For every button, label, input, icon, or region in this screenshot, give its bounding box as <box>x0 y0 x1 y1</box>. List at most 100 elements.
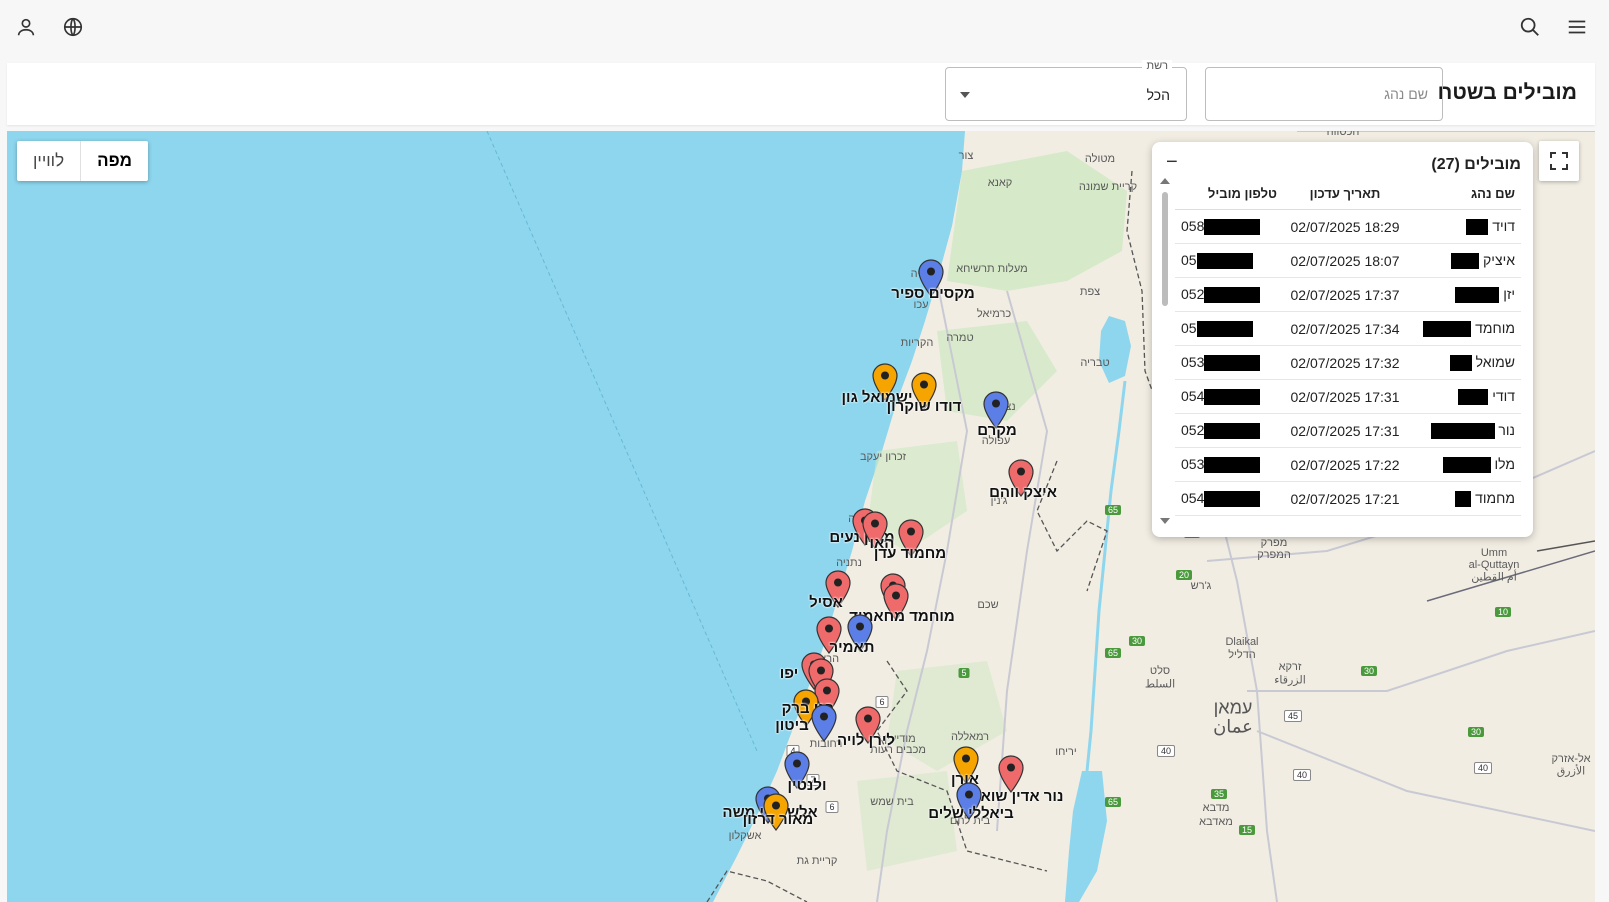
place-label: רמאללה <box>950 731 990 743</box>
place-label: מאדבא <box>1199 816 1233 828</box>
road-shield: 30 <box>1360 666 1378 676</box>
pin-label[interactable]: מקרם <box>977 422 1017 439</box>
map-type-map[interactable]: מפה <box>81 141 148 181</box>
redacted-block <box>1451 253 1480 270</box>
place-label: קריית גת <box>796 855 838 867</box>
place-label: המפרק <box>1257 549 1291 561</box>
table-row[interactable]: מוחמד 02/07/2025 17:34 05 <box>1175 312 1521 346</box>
menu-icon[interactable] <box>1564 14 1590 40</box>
drivers-table: שם נהג תאריך עדכון טלפון מוביל דויד 02/0… <box>1175 178 1521 516</box>
phone-cell: 053 <box>1175 456 1277 474</box>
redacted-block <box>1196 253 1253 270</box>
road-shield: 5 <box>958 668 970 678</box>
place-label: קאנא <box>987 177 1013 189</box>
driver-name-cell: מלו <box>1413 455 1521 474</box>
place-label: מפרק <box>1260 537 1288 549</box>
pin-label[interactable]: מקסים ספיר <box>891 285 975 302</box>
fullscreen-button[interactable] <box>1539 141 1579 181</box>
place-label: נתניה <box>836 557 862 569</box>
redacted-block <box>1204 355 1261 372</box>
place-label: אשקלון <box>728 830 762 842</box>
table-row[interactable]: מלו 02/07/2025 17:22 053 <box>1175 448 1521 482</box>
table-row[interactable]: איציק 02/07/2025 18:07 05 <box>1175 244 1521 278</box>
place-label: בית שמש <box>870 796 914 808</box>
driver-name-cell: מוחמד <box>1413 320 1521 338</box>
pin-label[interactable]: מאור דרזון <box>743 811 814 828</box>
place-label: כרמיאל <box>976 308 1012 320</box>
driver-name: דויד <box>1492 217 1515 234</box>
map-type-toggle[interactable]: לוויין מפה <box>17 141 149 181</box>
redacted-block <box>1204 423 1261 440</box>
network-label: רשת <box>1142 60 1172 72</box>
redacted-block <box>1449 355 1472 372</box>
pin-label[interactable]: ביאללי שלים <box>928 805 1013 822</box>
table-row[interactable]: נור 02/07/2025 17:31 052 <box>1175 414 1521 448</box>
table-row[interactable]: דויד 02/07/2025 18:29 058 <box>1175 210 1521 244</box>
driver-name-input[interactable] <box>1206 68 1442 120</box>
redacted-block <box>1204 389 1261 406</box>
network-select[interactable]: רשת הכל <box>945 60 1187 121</box>
map-type-satellite[interactable]: לוויין <box>17 141 80 181</box>
driver-name: מלו <box>1494 455 1515 472</box>
table-row[interactable]: יזן 02/07/2025 17:37 052 <box>1175 278 1521 312</box>
search-icon[interactable] <box>1517 14 1543 40</box>
driver-name-field[interactable] <box>1205 67 1443 121</box>
place-label: أم القطين <box>1471 571 1517 584</box>
panel-scrollbar[interactable] <box>1160 178 1170 524</box>
updated-cell: 02/07/2025 17:21 <box>1290 490 1400 507</box>
pin-label[interactable]: ולנטין <box>788 777 827 794</box>
place-label: מעלות תרשיחא <box>956 263 1028 275</box>
pin-label[interactable]: לירן לויה <box>837 732 895 749</box>
table-row[interactable]: מחמוד 02/07/2025 17:21 054 <box>1175 482 1521 516</box>
table-row[interactable]: שמואל 02/07/2025 17:32 053 <box>1175 346 1521 380</box>
globe-icon[interactable] <box>60 14 86 40</box>
pin-label[interactable]: ביטון <box>775 717 809 734</box>
pin-label[interactable]: אסיל <box>809 594 843 611</box>
place-label: סלט <box>1149 665 1171 677</box>
phone-prefix: 054 <box>1181 489 1205 506</box>
phone-prefix: 054 <box>1181 387 1205 404</box>
driver-name-cell: מחמוד <box>1413 490 1521 508</box>
user-icon[interactable] <box>13 14 39 40</box>
phone-prefix: 052 <box>1181 421 1205 438</box>
pin-label[interactable]: תאמיר <box>829 639 874 656</box>
collapse-button[interactable]: − <box>1166 152 1178 172</box>
scroll-down-icon[interactable] <box>1160 518 1170 524</box>
phone-prefix: 058 <box>1181 217 1205 234</box>
pin-label[interactable]: דודו שוקרון <box>887 398 962 415</box>
redacted-block <box>1458 389 1489 406</box>
updated-cell: 02/07/2025 17:22 <box>1290 456 1400 473</box>
place-label: טבריה <box>1080 357 1110 369</box>
dropdown-arrow-icon <box>960 92 970 98</box>
app-bar <box>0 0 1609 56</box>
pin-label[interactable]: איצק ווהם <box>989 484 1057 501</box>
place-label: الزرقاء <box>1274 674 1306 687</box>
phone-cell: 052 <box>1175 286 1277 304</box>
driver-name-cell: איציק <box>1413 252 1521 270</box>
phone-cell: 054 <box>1175 489 1277 508</box>
road-shield: 45 <box>1283 710 1303 722</box>
col-driver-name[interactable]: שם נהג <box>1413 186 1521 201</box>
updated-cell: 02/07/2025 18:07 <box>1290 252 1400 269</box>
col-updated[interactable]: תאריך עדכון <box>1277 186 1413 201</box>
redacted-block <box>1204 219 1261 236</box>
table-header: שם נהג תאריך עדכון טלפון מוביל <box>1175 178 1521 210</box>
place-label: זרקא <box>1278 661 1302 673</box>
scroll-up-icon[interactable] <box>1160 178 1170 184</box>
pin-label[interactable]: יפו <box>780 665 799 682</box>
col-phone[interactable]: טלפון מוביל <box>1175 186 1277 201</box>
place-label: קריית שמונה <box>1078 181 1138 193</box>
drivers-panel: מובילים (27) − שם נהג תאריך עדכון טלפון … <box>1152 142 1533 537</box>
table-row[interactable]: דודי 02/07/2025 17:31 054 <box>1175 380 1521 414</box>
road-shield: 30 <box>1128 636 1146 646</box>
driver-name: דודי <box>1492 387 1515 404</box>
map-pin-icon[interactable] <box>811 704 837 742</box>
place-label: Umm <box>1480 547 1508 559</box>
driver-name: שמואל <box>1475 353 1515 370</box>
pin-label[interactable]: מחמוד עדן <box>874 545 946 562</box>
redacted-block <box>1204 287 1261 304</box>
road-shield: 30 <box>1467 727 1485 737</box>
place-label: הדליל <box>1228 649 1256 661</box>
network-value: הכל <box>1146 87 1170 103</box>
scroll-thumb[interactable] <box>1162 192 1168 306</box>
